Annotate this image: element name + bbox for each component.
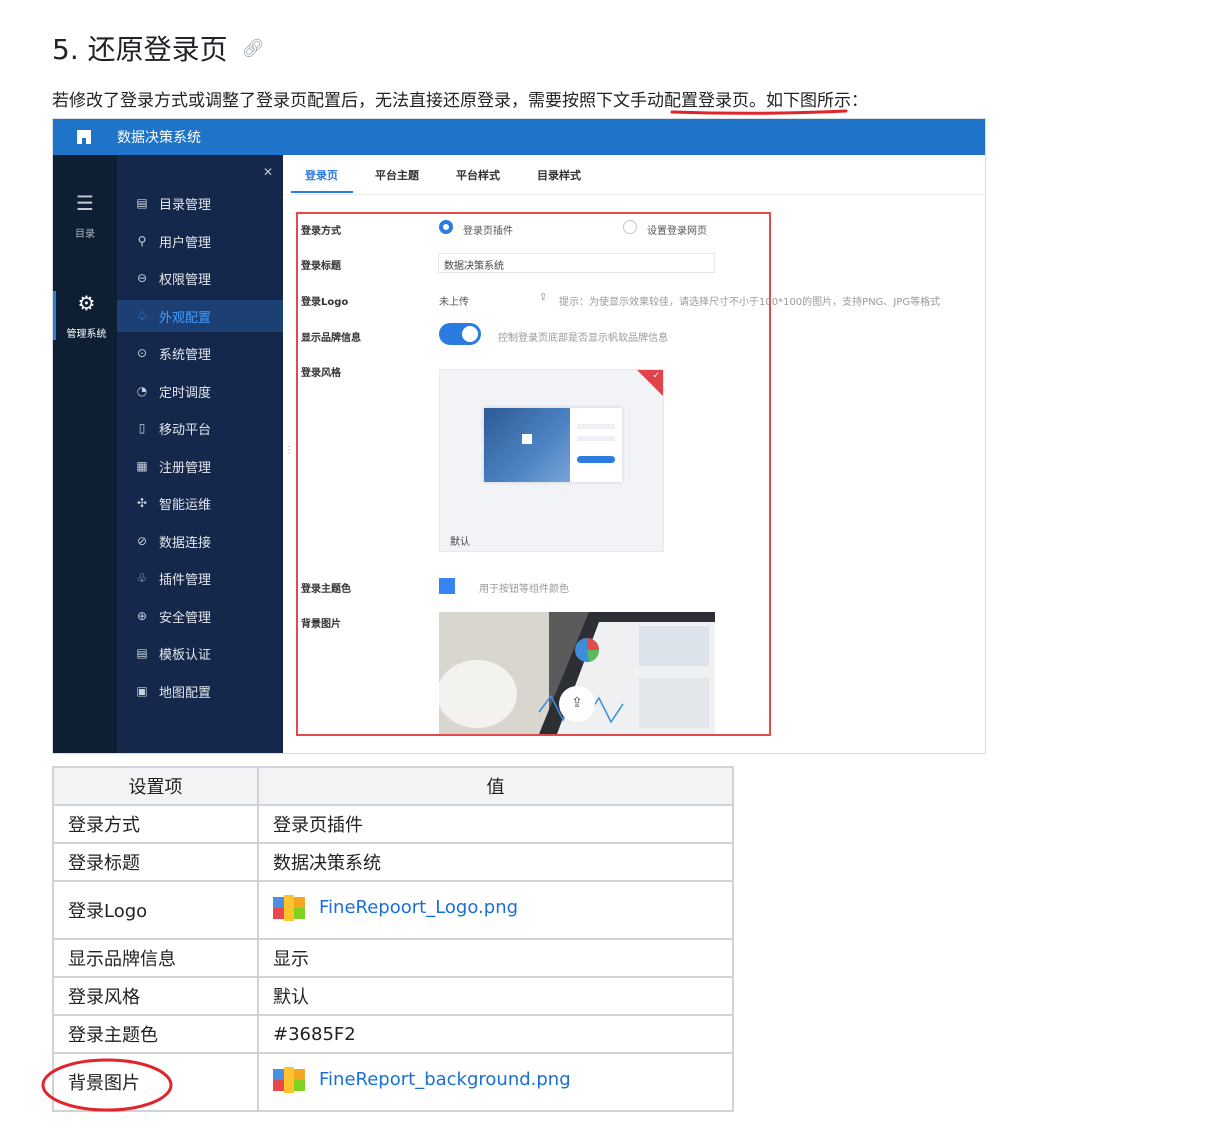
table-header-row: 设置项 值 (52, 766, 734, 806)
file-link-logo[interactable]: FineRepoort_Logo.png (273, 894, 519, 921)
directory-icon: ▤ (136, 196, 148, 210)
config-screenshot: 数据决策系统 ☰ 目录 ⚙ 管理系统 ✕ ▤ 目录管理 ⚲ 用户管理 ⊖ 权限管理 ♤… (52, 118, 986, 754)
menu-item-users[interactable]: ⚲ 用户管理 (117, 225, 283, 257)
file-icon (273, 894, 305, 921)
menu-item-map[interactable]: ▣ 地图配置 (117, 675, 283, 707)
management-menu: ✕ ▤ 目录管理 ⚲ 用户管理 ⊖ 权限管理 ♤ 外观配置 ⊙ 系统管理 ◔ 定时调度 ▯ 移… (117, 155, 283, 753)
map-icon: ▣ (136, 684, 148, 698)
menu-item-label: 安全管理 (159, 610, 212, 626)
header-value: 值 (257, 766, 734, 806)
menu-item-schedule[interactable]: ◔ 定时调度 (117, 375, 283, 407)
menu-item-label: 目录管理 (159, 197, 212, 213)
menu-item-plugins[interactable]: ♧ 插件管理 (117, 562, 283, 594)
table-row: 登录风格 默认 (52, 976, 734, 1016)
rail-item-label: 管理系统 (66, 329, 107, 340)
red-highlight-box (296, 212, 771, 736)
menu-item-template-auth[interactable]: ▤ 模板认证 (117, 637, 283, 669)
row-value: 默认 (257, 976, 734, 1016)
link-icon[interactable]: 🔗︎ (242, 38, 265, 59)
palette-icon: ♤ (136, 309, 148, 323)
tab-platform-style[interactable]: 平台样式 (456, 167, 500, 183)
lock-icon: ⊖ (136, 271, 148, 285)
app-header: 数据决策系统 (53, 119, 985, 155)
row-value: 显示 (257, 938, 734, 978)
section-heading: 5. 还原登录页 🔗︎ (52, 28, 264, 68)
row-key: 显示品牌信息 (52, 938, 259, 978)
row-value: #3685F2 (257, 1014, 734, 1054)
menu-item-appearance[interactable]: ♤ 外观配置 (117, 300, 283, 332)
row-key: 登录风格 (52, 976, 259, 1016)
gear-icon: ⚙ (77, 291, 96, 315)
menu-item-system[interactable]: ⊙ 系统管理 (117, 337, 283, 369)
menu-item-register[interactable]: ▦ 注册管理 (117, 450, 283, 482)
menu-item-label: 外观配置 (159, 310, 212, 326)
config-tabs: 登录页 平台主题 平台样式 目录样式 (283, 155, 985, 195)
menu-item-label: 权限管理 (159, 272, 212, 288)
row-value: FineRepoort_Logo.png (257, 880, 734, 940)
icon-rail: ☰ 目录 ⚙ 管理系统 (53, 155, 117, 753)
menu-item-data-connection[interactable]: ⊘ 数据连接 (117, 525, 283, 557)
red-underline-annotation (670, 109, 848, 115)
row-value: FineReport_background.png (257, 1052, 734, 1112)
file-name: FineRepoort_Logo.png (319, 897, 519, 918)
table-row: 显示品牌信息 显示 (52, 938, 734, 978)
app-logo-icon (77, 130, 91, 144)
menu-item-directory[interactable]: ▤ 目录管理 (117, 187, 283, 219)
menu-item-label: 模板认证 (159, 647, 212, 663)
register-icon: ▦ (136, 459, 148, 473)
table-row: 登录标题 数据决策系统 (52, 842, 734, 882)
menu-item-label: 移动平台 (159, 422, 212, 438)
mobile-icon: ▯ (138, 421, 146, 435)
menu-item-label: 注册管理 (159, 460, 212, 476)
rail-item-label: 目录 (75, 229, 95, 240)
row-value: 登录页插件 (257, 804, 734, 844)
table-row: 登录Logo FineRepoort_Logo.png (52, 880, 734, 940)
splitter-handle[interactable]: ⋮ (284, 445, 294, 456)
menu-item-label: 定时调度 (159, 385, 212, 401)
file-link-background[interactable]: FineReport_background.png (273, 1066, 571, 1093)
template-icon: ▤ (136, 646, 148, 660)
heading-text: 5. 还原登录页 (52, 33, 228, 66)
file-icon (273, 1066, 305, 1093)
menu-item-ops[interactable]: ✣ 智能运维 (117, 487, 283, 519)
rail-item-directory[interactable]: ☰ 目录 (53, 191, 117, 240)
menu-item-permissions[interactable]: ⊖ 权限管理 (117, 262, 283, 294)
table-row: 登录方式 登录页插件 (52, 804, 734, 844)
menu-item-label: 智能运维 (159, 497, 212, 513)
plugin-icon: ♧ (136, 571, 148, 585)
settings-icon: ⊙ (136, 346, 148, 360)
file-name: FineReport_background.png (319, 1069, 571, 1090)
menu-item-label: 系统管理 (159, 347, 212, 363)
menu-item-label: 地图配置 (159, 685, 212, 701)
ops-icon: ✣ (136, 496, 148, 510)
menu-item-label: 数据连接 (159, 535, 212, 551)
rail-item-management[interactable]: ⚙ 管理系统 (53, 291, 117, 340)
red-circle-annotation (41, 1058, 173, 1112)
pin-icon[interactable]: ✕ (263, 165, 273, 179)
tab-platform-theme[interactable]: 平台主题 (375, 167, 419, 183)
intro-text-before: 若修改了登录方式或调整了登录页配置后，无法直接还原登录，需要按照下 (52, 91, 613, 111)
menu-item-label: 插件管理 (159, 572, 212, 588)
user-icon: ⚲ (137, 234, 147, 248)
row-key: 登录主题色 (52, 1014, 259, 1054)
menu-item-security[interactable]: ⊕ 安全管理 (117, 600, 283, 632)
menu-item-label: 用户管理 (159, 235, 212, 251)
app-title: 数据决策系统 (117, 130, 201, 146)
tab-directory-style[interactable]: 目录样式 (537, 167, 581, 183)
row-key: 登录方式 (52, 804, 259, 844)
row-key: 登录标题 (52, 842, 259, 882)
tab-login-page[interactable]: 登录页 (305, 167, 338, 183)
list-icon: ☰ (76, 191, 94, 215)
row-value: 数据决策系统 (257, 842, 734, 882)
attach-icon: ⊘ (136, 534, 148, 548)
active-tab-indicator (291, 191, 353, 193)
row-key: 登录Logo (52, 880, 259, 940)
table-row: 登录主题色 #3685F2 (52, 1014, 734, 1054)
config-content: 登录页 平台主题 平台样式 目录样式 ⋮ 登录方式 登录页插件 设置登录网页 登… (283, 155, 985, 753)
timer-icon: ◔ (136, 384, 148, 398)
header-setting: 设置项 (52, 766, 259, 806)
menu-item-mobile[interactable]: ▯ 移动平台 (117, 412, 283, 444)
shield-icon: ⊕ (136, 609, 148, 623)
